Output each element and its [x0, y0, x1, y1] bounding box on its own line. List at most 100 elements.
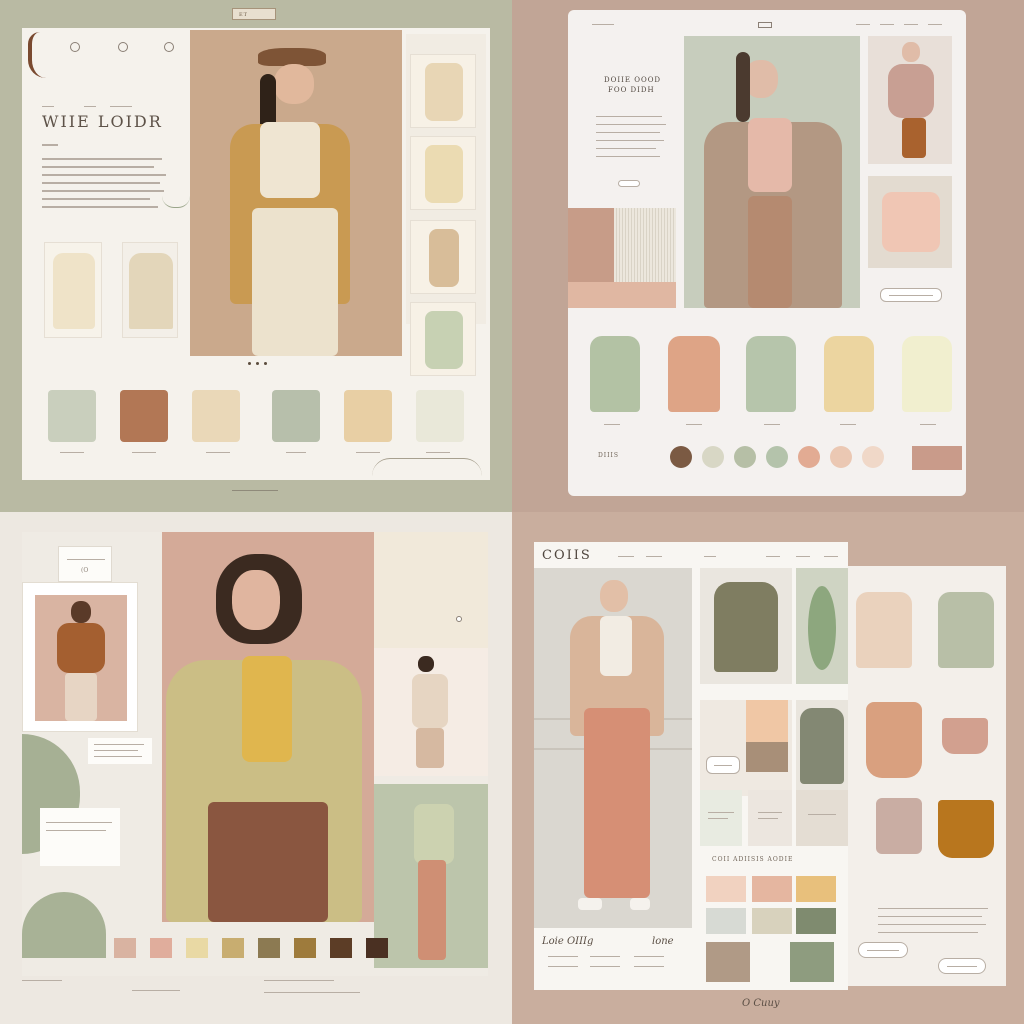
tile-green-coat[interactable] [700, 568, 792, 684]
trousers [748, 196, 792, 308]
sidebar-item-green-coat[interactable] [410, 302, 476, 376]
swatch-1[interactable] [150, 938, 172, 958]
swatch-3[interactable] [272, 390, 320, 442]
model-photo [35, 595, 127, 721]
details-button[interactable] [858, 942, 908, 958]
outfit-card[interactable] [374, 784, 488, 968]
product-coat-0[interactable] [590, 336, 640, 412]
swatch-6[interactable] [330, 938, 352, 958]
palette-swatch-3[interactable] [706, 908, 746, 934]
trousers [252, 208, 338, 356]
bag-icon[interactable] [164, 42, 174, 52]
hero-model-photo [190, 30, 402, 356]
trousers [65, 673, 97, 721]
nav-link[interactable] [824, 556, 838, 557]
nav-link[interactable] [704, 556, 716, 557]
caption-box: (O [58, 546, 112, 582]
carousel-dot[interactable] [264, 362, 267, 365]
tile-jacket[interactable] [796, 700, 848, 796]
color-dot-2[interactable] [734, 446, 756, 468]
outfit-card[interactable] [374, 648, 488, 776]
fabric-swatch-rose [568, 208, 614, 282]
swatch-2[interactable] [192, 390, 240, 442]
nav-link[interactable] [618, 556, 634, 557]
sidebar-item-dress[interactable] [410, 220, 476, 294]
shop-button[interactable] [938, 958, 986, 974]
logo-icon[interactable] [758, 22, 772, 28]
product-caption [604, 424, 620, 425]
text-line [46, 830, 106, 831]
product-coat-4[interactable] [902, 336, 952, 412]
swatch-4[interactable] [344, 390, 392, 442]
product-bag[interactable] [942, 718, 988, 754]
text-line [94, 750, 138, 751]
cta-button[interactable] [618, 180, 640, 187]
text-placeholder [110, 106, 132, 107]
palette-swatch-4[interactable] [752, 908, 792, 934]
sidebar-item-coat-1[interactable] [410, 54, 476, 128]
menu-icon[interactable] [70, 42, 80, 52]
sweater [57, 623, 105, 673]
text-line [42, 174, 166, 176]
nav-link[interactable] [592, 24, 614, 25]
logo-badge[interactable]: ET [232, 8, 276, 20]
product-blouse[interactable] [856, 592, 912, 668]
color-chip[interactable] [912, 446, 962, 470]
color-dot-1[interactable] [702, 446, 724, 468]
product-dress[interactable] [866, 702, 922, 778]
product-backpack[interactable] [876, 798, 922, 854]
product-thumb-skirt[interactable] [122, 242, 178, 338]
palette-swatch-5[interactable] [796, 908, 836, 934]
nav-link[interactable] [928, 24, 942, 25]
product-shirt[interactable] [938, 592, 994, 668]
nav-link[interactable] [796, 556, 810, 557]
skirt-image [129, 253, 173, 329]
sneaker [578, 898, 602, 910]
footer-line [22, 980, 62, 981]
search-icon[interactable] [118, 42, 128, 52]
tag-label[interactable] [706, 756, 740, 774]
swatch-1[interactable] [120, 390, 168, 442]
big-swatch-1[interactable] [790, 942, 834, 982]
swatch-5[interactable] [294, 938, 316, 958]
palette-swatch-0[interactable] [706, 876, 746, 902]
product-coat-3[interactable] [824, 336, 874, 412]
nav-link[interactable] [904, 24, 918, 25]
nav-link[interactable] [856, 24, 870, 25]
color-dot-0[interactable] [670, 446, 692, 468]
color-dot-3[interactable] [766, 446, 788, 468]
shop-button[interactable] [880, 288, 942, 302]
color-dot-5[interactable] [830, 446, 852, 468]
sidebar-item-coat-2[interactable] [410, 136, 476, 210]
swatch-3[interactable] [222, 938, 244, 958]
sketch-decoration [162, 196, 190, 208]
swatch-5[interactable] [416, 390, 464, 442]
text-line [634, 966, 664, 967]
hair-decoration [28, 32, 48, 78]
swatch-7[interactable] [366, 938, 388, 958]
carousel-dot[interactable] [248, 362, 251, 365]
face [274, 64, 314, 104]
swatch-0[interactable] [48, 390, 96, 442]
color-dot-4[interactable] [798, 446, 820, 468]
big-swatch-0[interactable] [706, 942, 750, 982]
swatch-0[interactable] [114, 938, 136, 958]
product-coat-1[interactable] [668, 336, 720, 412]
nav-link[interactable] [646, 556, 662, 557]
text-line [708, 818, 728, 819]
framed-photo[interactable] [22, 582, 138, 732]
hair [736, 52, 750, 122]
nav-link[interactable] [880, 24, 894, 25]
color-dot-6[interactable] [862, 446, 884, 468]
carousel-dot[interactable] [256, 362, 259, 365]
moodboard-panel-3: (O [0, 512, 512, 1024]
product-skirt[interactable] [938, 800, 994, 858]
palette-swatch-1[interactable] [752, 876, 792, 902]
swatch-2[interactable] [186, 938, 208, 958]
product-thumb-sweater[interactable] [44, 242, 102, 338]
palette-swatch-2[interactable] [796, 876, 836, 902]
swatch-4[interactable] [258, 938, 280, 958]
product-coat-2[interactable] [746, 336, 796, 412]
nav-link[interactable] [766, 556, 780, 557]
button-label-line [889, 295, 933, 296]
